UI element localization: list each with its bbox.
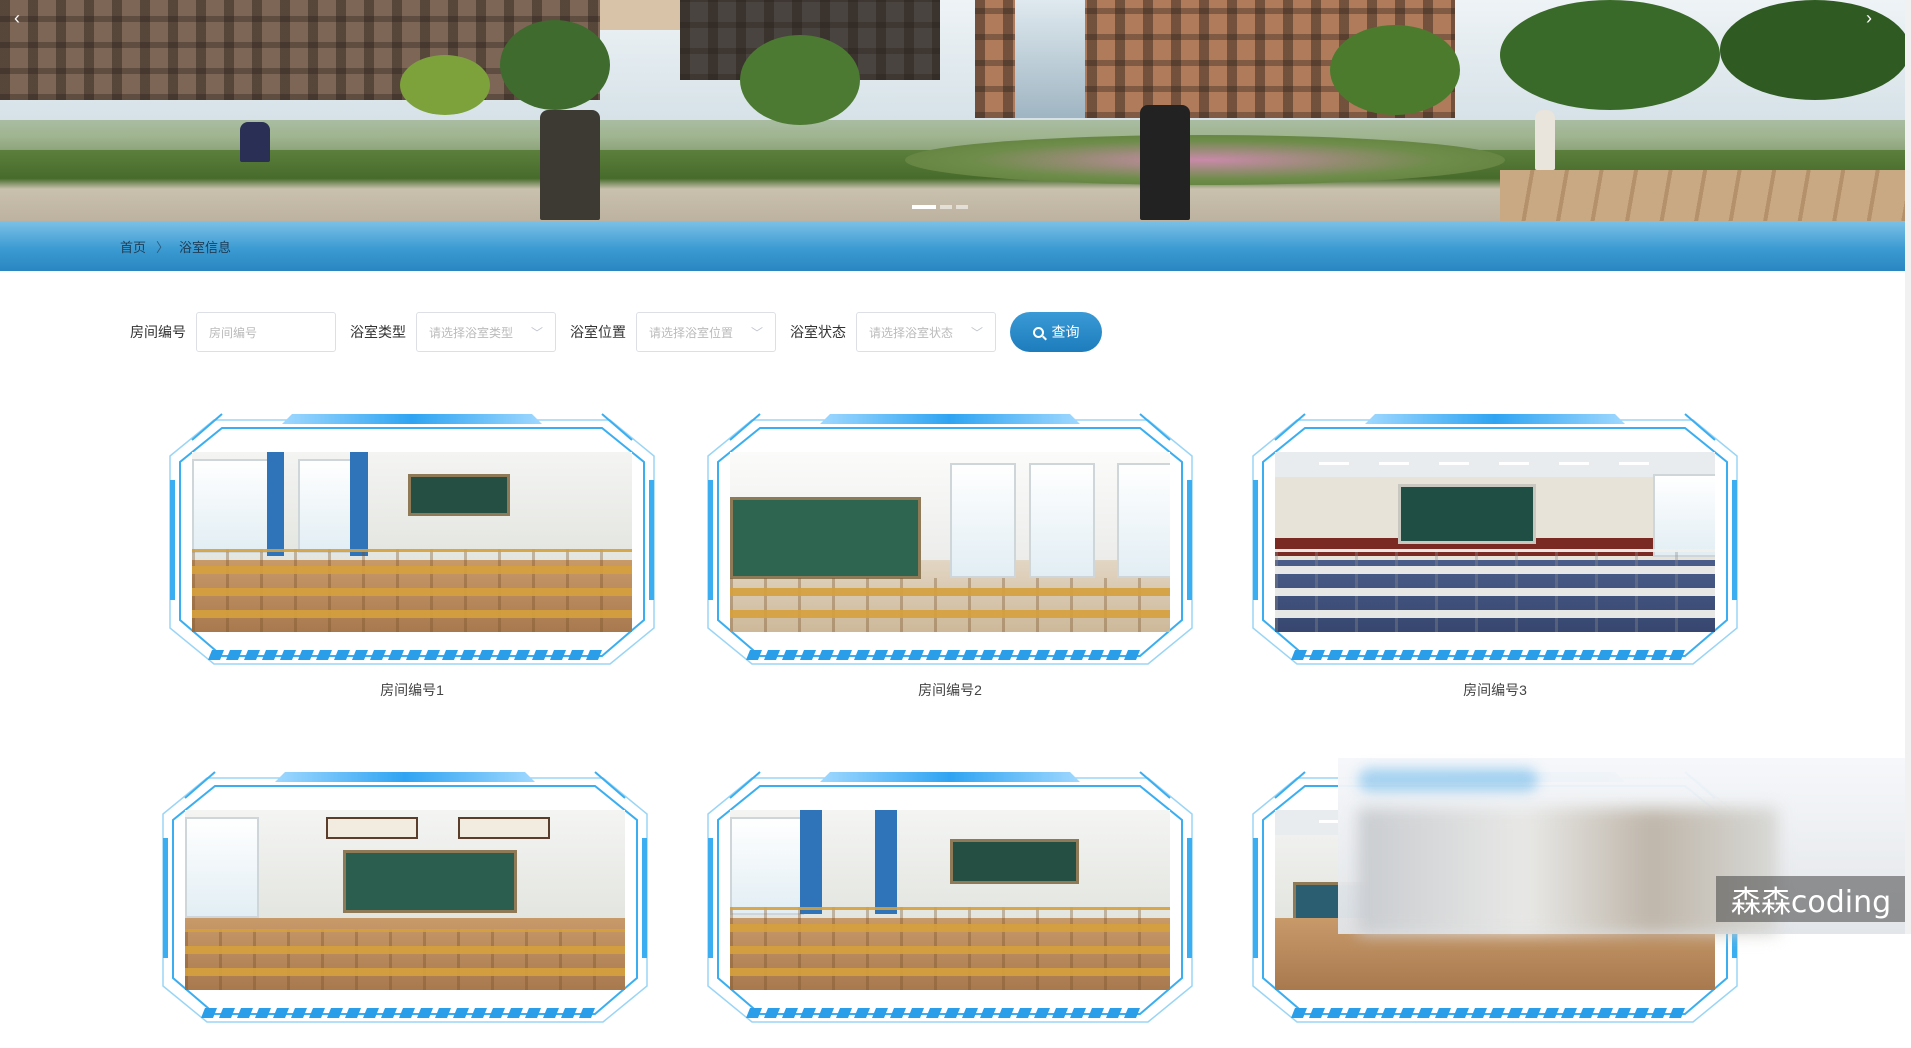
photo-window (297, 459, 355, 554)
photo-curtain (875, 810, 898, 915)
photo-desks (192, 549, 632, 632)
photo-ceiling (1275, 452, 1715, 478)
room-photo[interactable] (730, 452, 1170, 632)
carousel-dot-2[interactable] (940, 205, 952, 209)
carousel-dot-3[interactable] (956, 205, 968, 209)
room-caption[interactable]: 房间编号2 (700, 680, 1200, 700)
photo-window (185, 817, 260, 919)
room-caption[interactable]: 房间编号3 (1245, 680, 1745, 700)
search-icon (1032, 326, 1044, 338)
chevron-down-icon: ﹀ (970, 325, 983, 340)
bath-status-select[interactable]: 请选择浴室状态 ﹀ (856, 312, 996, 352)
banner-building-roof (600, 0, 690, 30)
photo-blackboard (1398, 484, 1537, 545)
hero-banner-carousel[interactable]: ‹ › (0, 0, 1905, 221)
room-photo[interactable] (185, 810, 625, 990)
vertical-scrollbar[interactable] (1905, 0, 1911, 934)
bath-status-placeholder: 请选择浴室状态 (869, 325, 954, 340)
photo-window (1117, 462, 1170, 579)
banner-person (240, 122, 270, 162)
photo-banner (325, 817, 418, 840)
photo-blackboard (950, 838, 1080, 885)
bath-type-select[interactable]: 请选择浴室类型 ﹀ (416, 312, 556, 352)
bath-type-placeholder: 请选择浴室类型 (429, 325, 514, 340)
room-card-1[interactable]: 房间编号1 (162, 410, 662, 698)
banner-tree (500, 20, 610, 110)
carousel-dot-1[interactable] (912, 205, 936, 209)
photo-blackboard (343, 849, 517, 914)
photo-window (192, 459, 276, 554)
room-photo[interactable] (730, 810, 1170, 990)
room-no-label: 房间编号 (130, 324, 186, 340)
photo-window (730, 817, 805, 915)
banner-tree (400, 55, 490, 115)
breadcrumb-current: 浴室信息 (179, 239, 232, 255)
chevron-down-icon: ﹀ (750, 325, 763, 340)
banner-tree (1500, 0, 1720, 110)
photo-desks (185, 928, 625, 990)
banner-wood-deck (1500, 170, 1905, 221)
banner-tree (740, 35, 860, 125)
carousel-indicators (912, 205, 968, 209)
photo-blackboard (407, 473, 511, 516)
photo-desks (730, 578, 1170, 632)
photo-window (950, 462, 1016, 579)
banner-tree (1330, 25, 1460, 115)
banner-building-glass (1015, 0, 1085, 118)
room-photo[interactable] (192, 452, 632, 632)
room-no-input[interactable]: 房间编号 (196, 312, 336, 352)
bath-status-label: 浴室状态 (790, 324, 846, 340)
breadcrumb-home-link[interactable]: 首页 (120, 237, 146, 256)
banner-flower-bed (905, 135, 1505, 185)
bath-type-label: 浴室类型 (350, 324, 406, 340)
banner-tree (1720, 0, 1905, 100)
photo-desks (730, 907, 1170, 990)
breadcrumb-separator-icon: 〉 (156, 239, 170, 255)
breadcrumb-bar: 首页 〉 浴室信息 (0, 221, 1905, 271)
carousel-next-icon[interactable]: › (1866, 8, 1872, 29)
breadcrumb: 首页 〉 浴室信息 (120, 237, 231, 256)
photo-blackboard (730, 497, 921, 579)
chevron-down-icon: ﹀ (530, 325, 543, 340)
room-photo[interactable] (1275, 452, 1715, 632)
carousel-prev-icon[interactable]: ‹ (14, 8, 20, 29)
photo-window (1653, 473, 1715, 557)
bath-location-placeholder: 请选择浴室位置 (649, 325, 734, 340)
photo-banner (457, 817, 550, 840)
banner-person (540, 110, 600, 220)
watermark: 森森coding (1716, 876, 1906, 922)
banner-person (1535, 110, 1555, 170)
search-button-label: 查询 (1051, 324, 1080, 340)
photo-window (1029, 462, 1095, 579)
search-form: 房间编号 房间编号 浴室类型 请选择浴室类型 ﹀ 浴室位置 请选择浴室位置 ﹀ … (130, 312, 1102, 352)
bath-location-label: 浴室位置 (570, 324, 626, 340)
room-card-5[interactable] (700, 768, 1200, 1048)
room-card-2[interactable]: 房间编号2 (700, 410, 1200, 698)
room-caption[interactable]: 房间编号1 (162, 680, 662, 700)
photo-curtain (350, 452, 368, 557)
search-button[interactable]: 查询 (1010, 312, 1102, 352)
banner-person (1140, 105, 1190, 220)
photo-desks (1275, 549, 1715, 632)
room-card-4[interactable] (155, 768, 655, 1048)
bath-location-select[interactable]: 请选择浴室位置 ﹀ (636, 312, 776, 352)
room-card-3[interactable]: 房间编号3 (1245, 410, 1745, 698)
photo-curtain (266, 452, 285, 557)
photo-curtain (800, 810, 823, 915)
